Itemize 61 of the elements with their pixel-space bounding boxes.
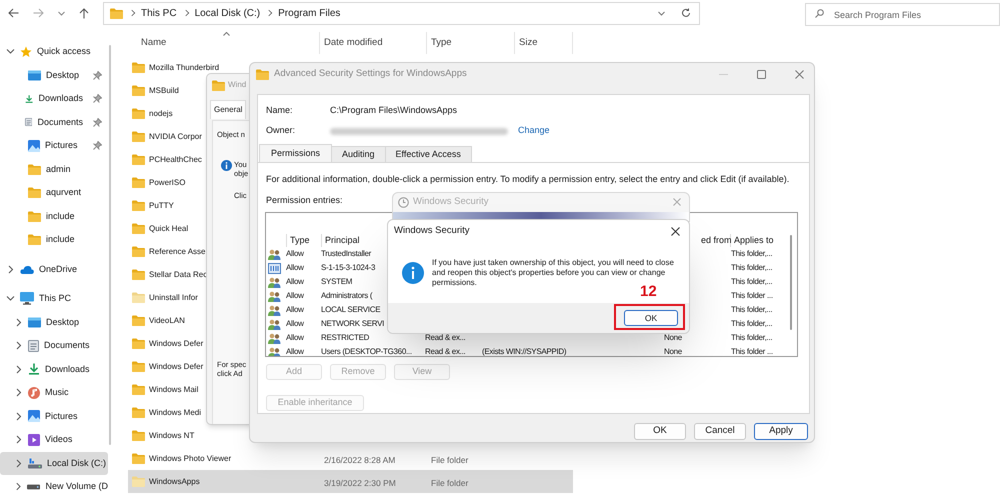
file-name: NVIDIA Corpor xyxy=(149,130,202,142)
section-label: Permission entries: xyxy=(266,194,343,207)
file-name: PowerISO xyxy=(149,176,186,188)
principal-cell: S-1-15-3-1024-3 xyxy=(321,263,376,274)
applies-to-cell: This folder,... xyxy=(731,249,772,260)
type-cell: Allow xyxy=(286,333,304,344)
principal-cell: SYSTEM xyxy=(321,277,352,288)
dialog-message: If you have just taken ownership of this object, you will need to close and reopen this object's properties before you can view or change permissions. xyxy=(432,258,675,287)
file-name: Windows NT xyxy=(149,430,194,442)
date-cell: 3/19/2022 2:30 PM xyxy=(324,478,396,488)
applies-to-cell: This folder,... xyxy=(731,277,772,288)
window-title: Windows Security xyxy=(413,195,488,210)
file-name: VideoLAN xyxy=(149,314,185,326)
info-text: For additional information, double-click a permission entry. To modify a permission entry, select the entry and click Edit (if available). xyxy=(266,173,790,186)
inherited-cell: None xyxy=(664,333,682,344)
date-cell: 2/16/2022 8:28 AM xyxy=(324,454,396,464)
file-name: Reference Asse xyxy=(149,246,206,258)
file-name: PuTTY xyxy=(149,200,174,212)
type-cell: File folder xyxy=(431,478,468,488)
applies-to-cell: This folder,... xyxy=(731,305,772,316)
principal-cell: NETWORK SERVI xyxy=(321,319,384,330)
field-value: C:\Program Files\WindowsApps xyxy=(330,104,458,118)
step-number: 12 xyxy=(640,284,657,300)
applies-to-cell: This folder ... xyxy=(731,347,773,356)
file-name: Mozilla Thunderbird xyxy=(149,62,220,74)
file-name: Windows Medi xyxy=(149,406,202,418)
applies-to-cell: This folder,... xyxy=(731,263,772,274)
file-name: Uninstall Infor xyxy=(149,292,198,304)
file-name: Quick Heal xyxy=(149,222,188,234)
applies-to-cell: This folder,... xyxy=(731,333,772,344)
file-name: nodejs xyxy=(149,108,173,120)
file-name: Windows Defer xyxy=(149,360,204,372)
type-cell: File folder xyxy=(431,454,468,464)
condition-cell: (Exists WIN://SYSAPPID) xyxy=(482,347,566,356)
file-name: PCHealthChec xyxy=(149,154,202,166)
file-name: WindowsApps xyxy=(149,476,200,488)
access-cell: Read & ex... xyxy=(425,333,466,344)
principal-cell: Administrators ( xyxy=(321,291,372,302)
file-name: MSBuild xyxy=(149,84,179,96)
field-label: Owner: xyxy=(266,124,296,138)
inherited-cell: None xyxy=(664,347,682,356)
principal-cell: LOCAL SERVICE xyxy=(321,305,380,316)
file-name: Windows Mail xyxy=(149,384,198,396)
applies-to-cell: This folder,... xyxy=(731,319,772,330)
applies-to-cell: This folder ... xyxy=(731,291,773,302)
type-cell: Allow xyxy=(286,347,304,356)
principal-cell: RESTRICTED xyxy=(321,333,370,344)
window-title: Wind xyxy=(228,79,246,91)
field-label: Name: xyxy=(266,104,294,118)
access-cell: Read & ex... xyxy=(425,347,466,356)
principal-cell: Users (DESKTOP-TG360... xyxy=(321,347,412,356)
type-cell: Allow xyxy=(286,305,304,316)
principal-cell: TrustedInstaller xyxy=(321,249,372,260)
type-cell: Allow xyxy=(286,249,304,260)
type-cell: Allow xyxy=(286,291,304,302)
file-name: Windows Photo Viewer xyxy=(149,452,232,464)
type-cell: Allow xyxy=(286,277,304,288)
type-cell: Allow xyxy=(286,263,304,274)
type-cell: Allow xyxy=(286,319,304,330)
file-name: Windows Defer xyxy=(149,338,204,350)
window-title: Advanced Security Settings for WindowsApps xyxy=(274,66,467,81)
